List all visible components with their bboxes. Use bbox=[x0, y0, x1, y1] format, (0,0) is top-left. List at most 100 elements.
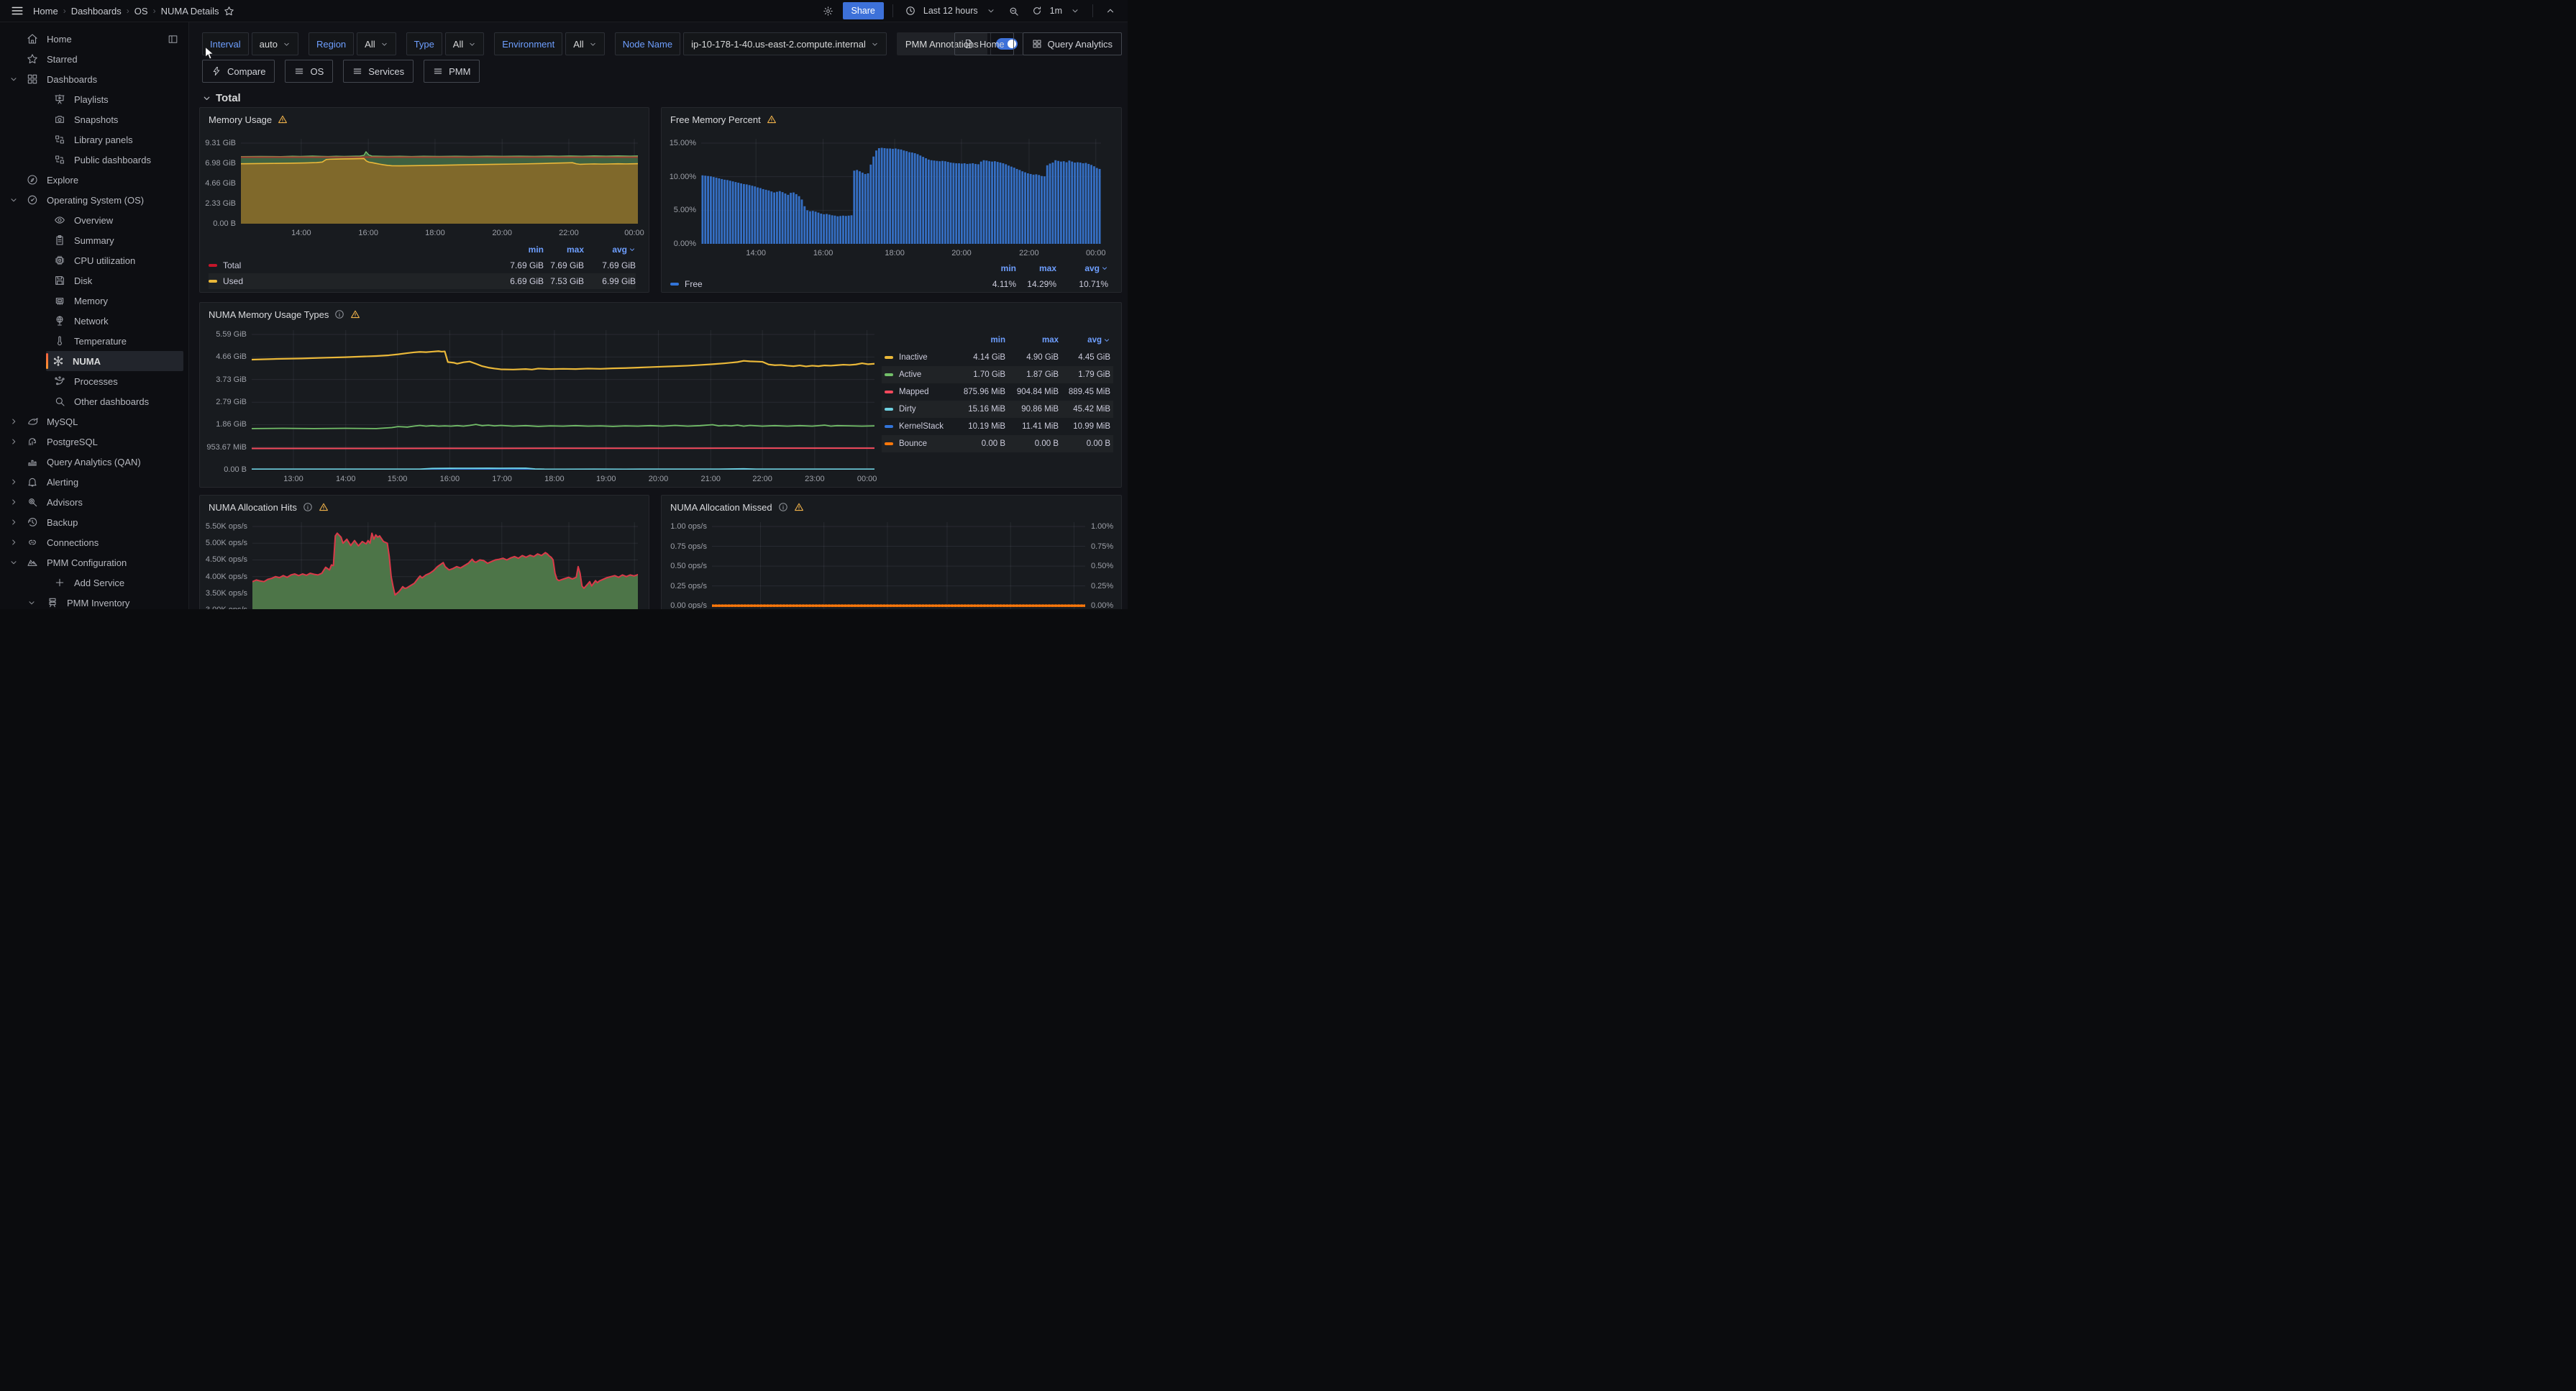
legend-sort-min[interactable]: min bbox=[951, 336, 1005, 345]
dashboard-settings-gear-icon[interactable] bbox=[820, 2, 837, 19]
chart-memory-usage[interactable] bbox=[241, 139, 638, 224]
legend-sort-avg[interactable]: avg bbox=[584, 245, 636, 255]
sidebar-item-advisors[interactable]: Advisors bbox=[0, 492, 188, 512]
legend-label-free[interactable]: Free bbox=[670, 279, 972, 289]
warning-triangle-icon[interactable] bbox=[794, 502, 804, 512]
chart-numa-allocation-missed[interactable] bbox=[712, 522, 1085, 609]
warning-triangle-icon[interactable] bbox=[350, 309, 360, 319]
legend-sort-min[interactable]: min bbox=[499, 245, 544, 255]
filter-label-region[interactable]: Region bbox=[309, 32, 354, 55]
sidebar-item-postgresql[interactable]: PostgreSQL bbox=[0, 432, 188, 452]
sidebar-item-other-dashboards[interactable]: Other dashboards bbox=[0, 391, 188, 411]
sidebar-item-connections[interactable]: Connections bbox=[0, 532, 188, 552]
legend-label-kernelstack[interactable]: KernelStack bbox=[885, 422, 951, 431]
legend-label-dirty[interactable]: Dirty bbox=[885, 405, 951, 414]
filter-value-environment[interactable]: All bbox=[565, 32, 604, 55]
sidebar-item-dashboards[interactable]: Dashboards bbox=[0, 69, 188, 89]
sidebar-item-summary[interactable]: Summary bbox=[0, 230, 188, 250]
legend-sort-max[interactable]: max bbox=[1005, 336, 1059, 345]
sidebar-item-home[interactable]: Home bbox=[0, 29, 188, 49]
chart-numa-memory-usage-types[interactable] bbox=[252, 330, 874, 470]
home-dashboard-button[interactable]: Home bbox=[954, 32, 1014, 55]
sidebar-item-snapshots[interactable]: Snapshots bbox=[0, 109, 188, 129]
sidebar-item-disk[interactable]: Disk bbox=[0, 270, 188, 291]
legend-label-active[interactable]: Active bbox=[885, 370, 951, 379]
chart-numa-allocation-hits[interactable] bbox=[252, 522, 638, 609]
breadcrumb-item-os[interactable]: OS bbox=[134, 6, 148, 17]
camera-icon bbox=[53, 114, 66, 125]
sidebar-item-operating-system-os[interactable]: Operating System (OS) bbox=[0, 190, 188, 210]
panel-title: NUMA Memory Usage Types bbox=[209, 309, 329, 320]
star-favorite-icon[interactable] bbox=[221, 2, 238, 19]
sidebar-item-public-dashboards[interactable]: Public dashboards bbox=[0, 150, 188, 170]
filter-value-region[interactable]: All bbox=[357, 32, 396, 55]
sidebar-item-memory[interactable]: Memory bbox=[0, 291, 188, 311]
legend-label-total[interactable]: Total bbox=[209, 260, 499, 270]
sidebar-item-query-analytics-qan[interactable]: Query Analytics (QAN) bbox=[0, 452, 188, 472]
legend-sort-avg[interactable]: avg bbox=[1056, 263, 1108, 273]
compare-button[interactable]: Compare bbox=[202, 60, 275, 83]
info-circle-icon[interactable] bbox=[334, 309, 344, 319]
section-row-total[interactable]: Total bbox=[202, 92, 1122, 104]
sidebar-item-mysql[interactable]: MySQL bbox=[0, 411, 188, 432]
sidebar-item-playlists[interactable]: Playlists bbox=[0, 89, 188, 109]
filter-value-node-name[interactable]: ip-10-178-1-40.us-east-2.compute.interna… bbox=[683, 32, 887, 55]
warning-triangle-icon[interactable] bbox=[319, 502, 329, 512]
sidebar-item-backup[interactable]: Backup bbox=[0, 512, 188, 532]
sidebar-item-temperature[interactable]: Temperature bbox=[0, 331, 188, 351]
sidebar-item-processes[interactable]: Processes bbox=[0, 371, 188, 391]
sidebar-item-network[interactable]: Network bbox=[0, 311, 188, 331]
filter-label-interval[interactable]: Interval bbox=[202, 32, 249, 55]
legend-label-bounce[interactable]: Bounce bbox=[885, 439, 951, 448]
chart-free-memory-percent[interactable] bbox=[701, 139, 1101, 244]
hamburger-menu-icon[interactable] bbox=[9, 2, 26, 19]
panel-header-numa-allocation-hits[interactable]: NUMA Allocation Hits bbox=[200, 500, 649, 514]
pmm-menu-button[interactable]: PMM bbox=[424, 60, 480, 83]
sidebar-item-pmm-inventory[interactable]: PMM Inventory bbox=[0, 593, 188, 609]
os-menu-button[interactable]: OS bbox=[285, 60, 333, 83]
sidebar-collapse-icon[interactable] bbox=[168, 34, 178, 45]
info-circle-icon[interactable] bbox=[303, 502, 313, 512]
filter-value-type[interactable]: All bbox=[445, 32, 484, 55]
sidebar-item-cpu-utilization[interactable]: CPU utilization bbox=[0, 250, 188, 270]
panel-header-numa-allocation-missed[interactable]: NUMA Allocation Missed bbox=[662, 500, 1121, 514]
sidebar-item-library-panels[interactable]: Library panels bbox=[0, 129, 188, 150]
info-circle-icon[interactable] bbox=[778, 502, 788, 512]
query-analytics-button[interactable]: Query Analytics bbox=[1023, 32, 1122, 55]
sidebar-item-numa[interactable]: NUMA bbox=[46, 351, 183, 371]
services-menu-button[interactable]: Services bbox=[343, 60, 414, 83]
breadcrumb-item-home[interactable]: Home bbox=[33, 6, 58, 17]
legend-label-inactive[interactable]: Inactive bbox=[885, 353, 951, 362]
sidebar-item-overview[interactable]: Overview bbox=[0, 210, 188, 230]
filter-label-type[interactable]: Type bbox=[406, 32, 442, 55]
sidebar-item-explore[interactable]: Explore bbox=[0, 170, 188, 190]
share-button[interactable]: Share bbox=[843, 2, 884, 19]
legend-sort-min[interactable]: min bbox=[972, 263, 1016, 273]
legend-label-mapped[interactable]: Mapped bbox=[885, 388, 951, 396]
filter-label-environment[interactable]: Environment bbox=[494, 32, 562, 55]
legend-sort-max[interactable]: max bbox=[544, 245, 584, 255]
sidebar-item-pmm-configuration[interactable]: PMM Configuration bbox=[0, 552, 188, 573]
sidebar-item-add-service[interactable]: Add Service bbox=[0, 573, 188, 593]
panel-header-free-memory-percent[interactable]: Free Memory Percent bbox=[662, 112, 1121, 127]
panel-header-numa-memory-usage-types[interactable]: NUMA Memory Usage Types bbox=[200, 307, 1121, 321]
chevron-up-icon[interactable] bbox=[1102, 2, 1119, 19]
filter-value-interval[interactable]: auto bbox=[252, 32, 298, 55]
warning-triangle-icon[interactable] bbox=[278, 114, 288, 124]
breadcrumb-item-numa-details[interactable]: NUMA Details bbox=[161, 6, 219, 17]
time-range-picker[interactable]: Last 12 hours bbox=[902, 2, 1000, 19]
breadcrumb-item-dashboards[interactable]: Dashboards bbox=[71, 6, 122, 17]
filter-label-node-name[interactable]: Node Name bbox=[615, 32, 680, 55]
zoom-out-icon[interactable] bbox=[1005, 2, 1023, 19]
y-axis-tick: 0.00 B bbox=[200, 219, 236, 229]
sidebar-item-starred[interactable]: Starred bbox=[0, 49, 188, 69]
panel-header-memory-usage[interactable]: Memory Usage bbox=[200, 112, 649, 127]
legend-sort-max[interactable]: max bbox=[1016, 263, 1056, 273]
legend-sort-avg[interactable]: avg bbox=[1059, 336, 1110, 345]
legend-label-used[interactable]: Used bbox=[209, 276, 499, 286]
refresh-picker[interactable]: 1m bbox=[1028, 2, 1084, 19]
chevron-down-icon bbox=[468, 40, 476, 48]
legend-value: 904.84 MiB bbox=[1005, 388, 1059, 396]
warning-triangle-icon[interactable] bbox=[767, 114, 777, 124]
sidebar-item-alerting[interactable]: Alerting bbox=[0, 472, 188, 492]
